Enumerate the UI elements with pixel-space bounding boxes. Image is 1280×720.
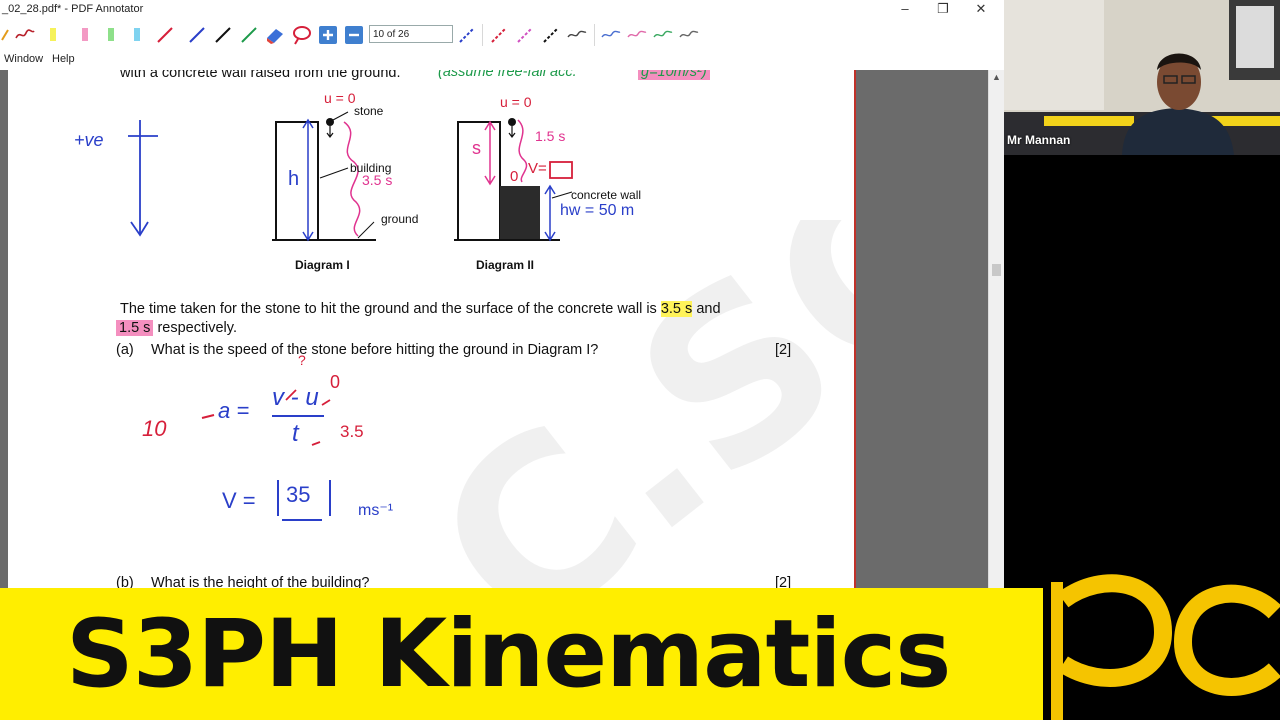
- question-a-text: What is the speed of the stone before hi…: [151, 342, 599, 358]
- pdf-page[interactable]: C.SG with a concrete wall raised from th…: [8, 70, 856, 588]
- time-value: 3.5: [340, 422, 364, 441]
- scroll-thumb[interactable]: [992, 264, 1001, 276]
- dashed-line-red-icon[interactable]: [488, 24, 510, 46]
- vertical-scrollbar[interactable]: ▲: [988, 70, 1004, 588]
- webcam-image: [1004, 0, 1280, 155]
- wave-pink-icon[interactable]: [626, 24, 648, 46]
- dashed-line-black-icon[interactable]: [540, 24, 562, 46]
- window-title: _02_28.pdf* - PDF Annotator: [2, 3, 144, 15]
- question-a-label: (a): [116, 342, 134, 358]
- banner-title: S3PH Kinematics: [66, 600, 951, 709]
- toolbar-separator: [482, 24, 483, 46]
- gravity-note: g=10m/s²): [638, 70, 710, 80]
- diagram2-wall-label: concrete wall: [571, 188, 642, 202]
- diagram-2: [454, 118, 573, 242]
- gravity-value: 10: [142, 416, 167, 441]
- line-blue-icon[interactable]: [186, 24, 208, 46]
- minimize-button[interactable]: –: [886, 0, 924, 20]
- final-velocity-symbol: V =: [222, 488, 256, 513]
- question-b-marks: [2]: [775, 575, 792, 588]
- toolbar-separator: [594, 24, 595, 46]
- zoom-out-icon[interactable]: [343, 24, 365, 46]
- line-red-icon[interactable]: [154, 24, 176, 46]
- paragraph-and: and: [696, 301, 721, 317]
- lasso-icon[interactable]: [290, 24, 312, 46]
- highlighter-green-icon[interactable]: [100, 24, 122, 46]
- participant-name: Mr Mannan: [1007, 133, 1071, 147]
- paragraph-text: The time taken for the stone to hit the …: [120, 301, 657, 317]
- answer-value: 35: [286, 482, 311, 507]
- diagram1-initial-velocity: u = 0: [324, 90, 356, 106]
- question-b-label: (b): [116, 575, 134, 588]
- page-number-input[interactable]: [369, 25, 453, 43]
- wave-blue-icon[interactable]: [600, 24, 622, 46]
- paragraph-respectively: respectively.: [157, 320, 237, 336]
- time-3-5-highlight: 3.5 s: [660, 301, 693, 317]
- scroll-up-icon[interactable]: ▲: [992, 72, 1001, 82]
- menu-help[interactable]: Help: [52, 53, 75, 65]
- highlighter-cyan-icon[interactable]: [126, 24, 148, 46]
- document-area[interactable]: C.SG with a concrete wall raised from th…: [0, 70, 988, 588]
- pc-logo: [1043, 574, 1280, 720]
- diagram2-wall-height: hw = 50 m: [560, 202, 635, 219]
- watermark: C.SG: [390, 220, 856, 588]
- diagram2-zero-label: 0: [510, 168, 519, 185]
- wave-gray-icon[interactable]: [678, 24, 700, 46]
- time-1-5-highlight: 1.5 s: [116, 320, 154, 336]
- diagram2-displacement-label: s: [472, 138, 481, 158]
- paragraph-line-2: 1.5 s respectively.: [116, 320, 237, 336]
- unknown-mark: ?: [298, 352, 306, 368]
- question-b-text: What is the height of the building?: [151, 575, 370, 588]
- freehand-red-icon[interactable]: [14, 24, 36, 46]
- webcam-feed: [1004, 0, 1280, 155]
- diagram1-height-label: h: [288, 168, 300, 190]
- zoom-in-icon[interactable]: [317, 24, 339, 46]
- positive-direction-label: +ve: [74, 130, 104, 150]
- dashed-line-pink-icon[interactable]: [514, 24, 536, 46]
- menu-window[interactable]: Window: [4, 53, 43, 65]
- wave-green-icon[interactable]: [652, 24, 674, 46]
- eraser-icon[interactable]: [264, 24, 286, 46]
- highlighter-yellow-icon[interactable]: [42, 24, 64, 46]
- diagram2-initial-velocity: u = 0: [500, 94, 532, 110]
- fraction-denominator: t: [292, 420, 299, 447]
- dashed-line-blue-icon[interactable]: [456, 24, 478, 46]
- diagram1-caption: Diagram I: [295, 258, 350, 272]
- diagram1-stone-label: stone: [354, 104, 384, 118]
- line-black-icon[interactable]: [212, 24, 234, 46]
- diagram1-time-label: 3.5 s: [362, 172, 393, 188]
- wave-gray-icon[interactable]: [566, 24, 588, 46]
- pdf-annotator-window: _02_28.pdf* - PDF Annotator – ❐ ✕ Window…: [0, 0, 1004, 588]
- paragraph-line-1: The time taken for the stone to hit the …: [120, 301, 721, 317]
- intro-text: with a concrete wall raised from the gro…: [120, 70, 401, 81]
- question-a-marks: [2]: [775, 342, 792, 358]
- diagram-1: [272, 111, 376, 242]
- diagram1-ground-label: ground: [381, 212, 419, 226]
- highlighter-pink-icon[interactable]: [74, 24, 96, 46]
- fraction-numerator: v - u: [272, 384, 319, 411]
- diagram2-caption: Diagram II: [476, 258, 535, 272]
- diagram2-final-velocity-label: V=: [528, 160, 547, 177]
- answer-unit: ms⁻¹: [358, 502, 394, 519]
- diagram2-time-label: 1.5 s: [535, 128, 566, 144]
- watermark-text: C.SG: [390, 220, 856, 588]
- initial-velocity-zero: 0: [330, 372, 341, 392]
- menu-bar: [0, 50, 1004, 70]
- title-bar: _02_28.pdf* - PDF Annotator – ❐ ✕: [0, 0, 1004, 20]
- acceleration-symbol: a =: [218, 398, 250, 423]
- close-button[interactable]: ✕: [962, 0, 1000, 20]
- restore-button[interactable]: ❐: [924, 0, 962, 20]
- free-fall-note: (assume free-fall acc.: [438, 70, 577, 80]
- line-green-icon[interactable]: [238, 24, 260, 46]
